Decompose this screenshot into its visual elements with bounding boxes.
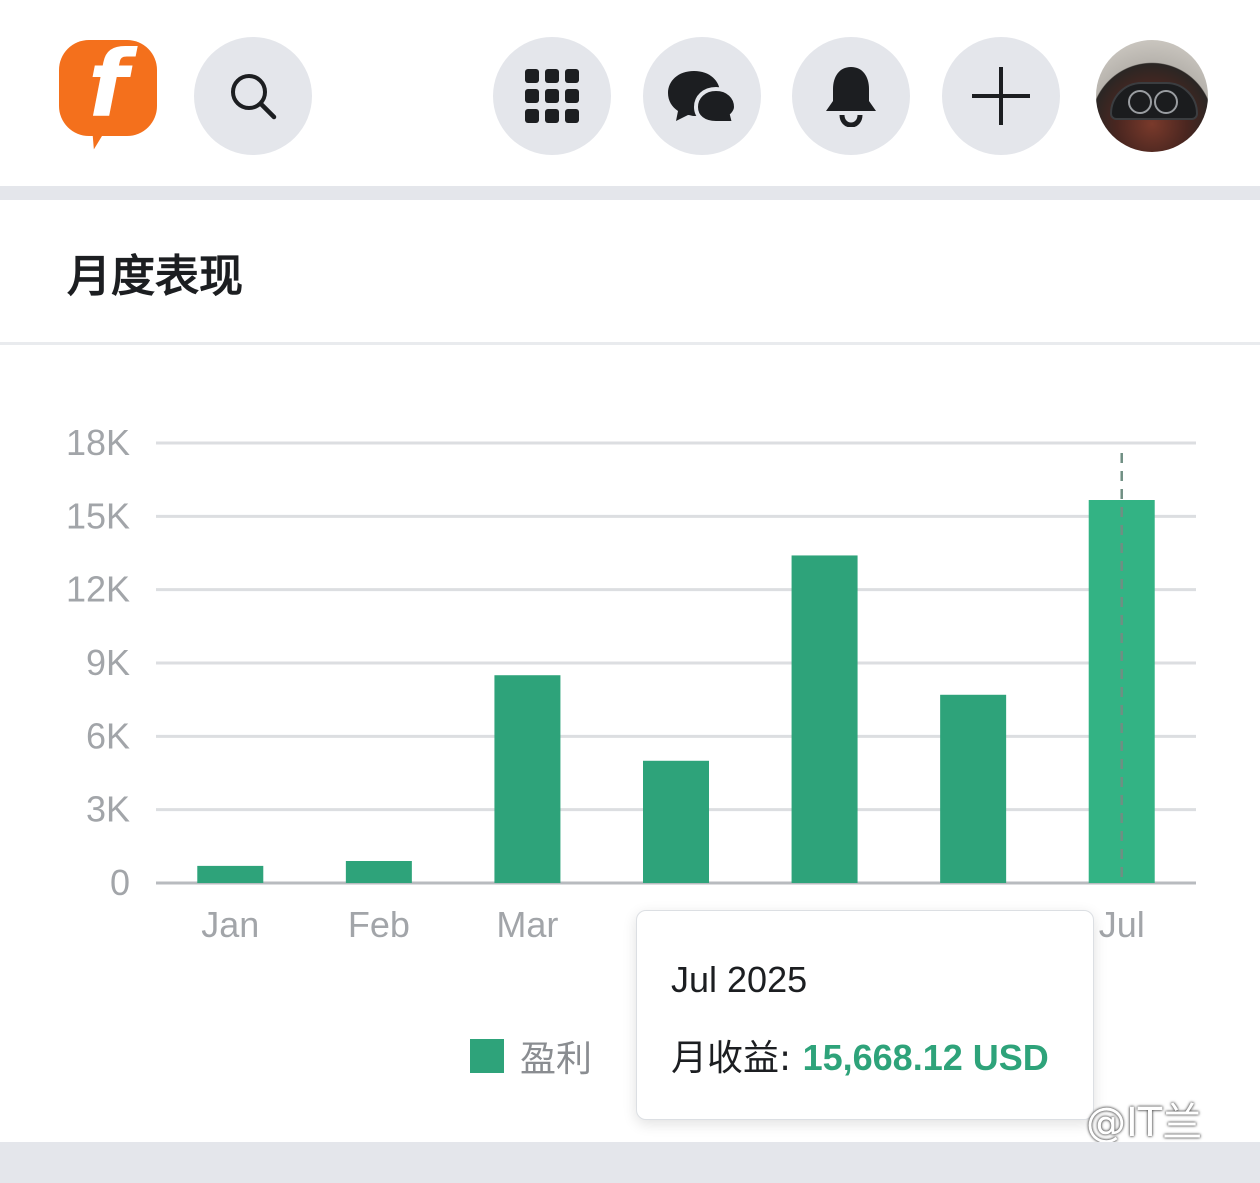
messages-button[interactable] [643, 37, 761, 155]
search-icon [231, 74, 277, 120]
notifications-button[interactable] [792, 37, 910, 155]
y-tick-label: 18K [66, 422, 130, 463]
x-tick-label: Mar [496, 904, 558, 945]
avatar-gauge-shape [1128, 90, 1152, 114]
legend-label: 盈利 [520, 1039, 593, 1080]
bottom-divider [0, 1142, 1260, 1183]
y-tick-label: 15K [66, 495, 130, 536]
apps-menu-button[interactable] [493, 37, 611, 155]
monthly-performance-chart: 0 3K 6K 9K 12K 15K 18K Jan Feb Mar Jul [66, 422, 1196, 945]
y-tick-label: 0 [110, 862, 130, 903]
bar-may [791, 555, 858, 883]
top-navigation-bar: f [0, 0, 1260, 186]
card-title: 月度表现 [67, 251, 243, 302]
y-tick-label: 3K [86, 789, 130, 830]
tooltip-label: 月收益: [671, 1038, 803, 1079]
avatar-gauge-shape [1154, 90, 1178, 114]
create-button[interactable] [942, 37, 1060, 155]
messenger-icon [668, 71, 738, 125]
tooltip-value: 15,668.12 USD [802, 1037, 1049, 1078]
bar-apr [643, 760, 709, 883]
watermark: @IT兰 [1086, 1100, 1203, 1146]
bar-jan [197, 865, 264, 883]
tooltip-date: Jul 2025 [671, 959, 808, 1000]
bell-icon [826, 67, 876, 127]
app-logo-letter: f [87, 31, 129, 138]
bar-feb [345, 861, 412, 883]
y-tick-label: 6K [86, 715, 130, 756]
tooltip-row: 月收益: 15,668.12 USD [671, 1029, 1049, 1081]
legend-swatch [470, 1039, 504, 1073]
bar-jun [940, 694, 1007, 883]
search-button[interactable] [194, 37, 312, 155]
y-tick-label: 12K [66, 569, 130, 610]
chart-tooltip: Jul 2025 月收益: 15,668.12 USD [636, 910, 1094, 1120]
y-tick-label: 9K [86, 642, 130, 683]
chart-legend[interactable]: 盈利 [470, 1030, 592, 1082]
x-tick-label: Feb [348, 904, 410, 945]
x-tick-label: Jan [201, 904, 259, 945]
bar-mar [494, 675, 561, 883]
title-separator [0, 342, 1260, 345]
plus-icon [972, 67, 1030, 125]
x-tick-label: Jul [1099, 904, 1145, 945]
section-divider [0, 186, 1260, 200]
apps-grid-icon [525, 69, 579, 123]
profile-avatar[interactable] [1096, 40, 1208, 152]
